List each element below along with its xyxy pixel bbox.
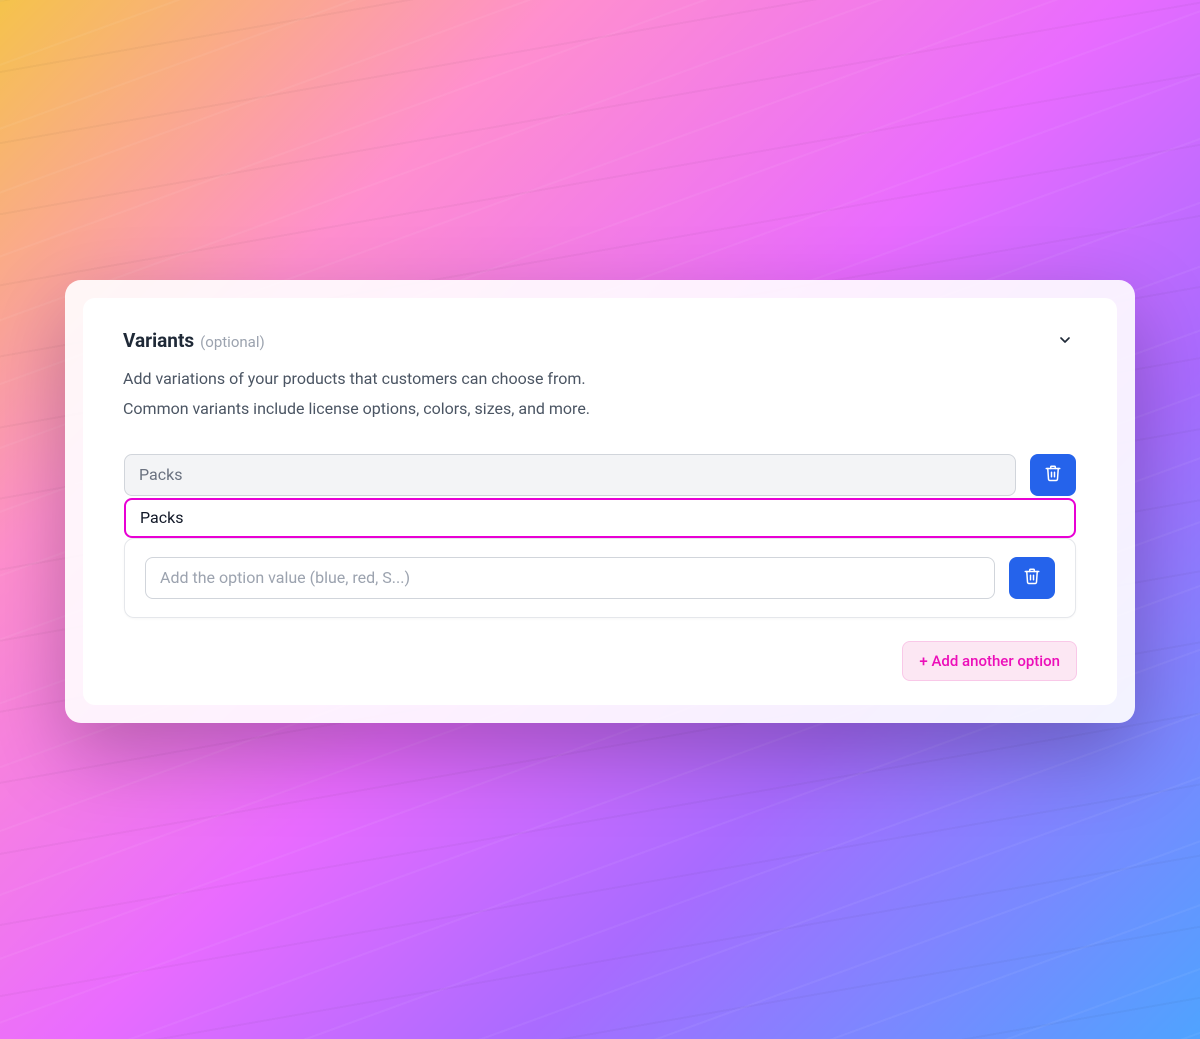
description-line-1: Add variations of your products that cus…: [123, 364, 1077, 394]
delete-value-button[interactable]: [1009, 557, 1055, 599]
trash-icon: [1023, 567, 1041, 588]
variants-title-group: Variants (optional): [123, 329, 265, 352]
chevron-down-icon[interactable]: [1053, 328, 1077, 352]
variants-footer: + Add another option: [123, 641, 1077, 681]
variant-option-block: [123, 453, 1077, 619]
variants-header: Variants (optional): [123, 328, 1077, 352]
description-line-2: Common variants include license options,…: [123, 394, 1077, 424]
variants-description: Add variations of your products that cus…: [123, 364, 1077, 425]
option-name-edit-input[interactable]: [124, 498, 1076, 538]
variants-optional-label: (optional): [200, 333, 265, 351]
variants-title: Variants: [123, 329, 194, 352]
option-name-display-row: [124, 454, 1076, 496]
trash-icon: [1044, 464, 1062, 485]
option-values-card: [124, 538, 1076, 618]
option-name-display-input[interactable]: [124, 454, 1016, 496]
option-value-row: [145, 557, 1055, 599]
panel-outer: Variants (optional) Add variations of yo…: [65, 280, 1135, 723]
option-value-input[interactable]: [145, 557, 995, 599]
add-another-option-button[interactable]: + Add another option: [902, 641, 1077, 681]
option-name-edit-row: [124, 498, 1076, 538]
variants-card: Variants (optional) Add variations of yo…: [83, 298, 1117, 705]
delete-option-button[interactable]: [1030, 454, 1076, 496]
